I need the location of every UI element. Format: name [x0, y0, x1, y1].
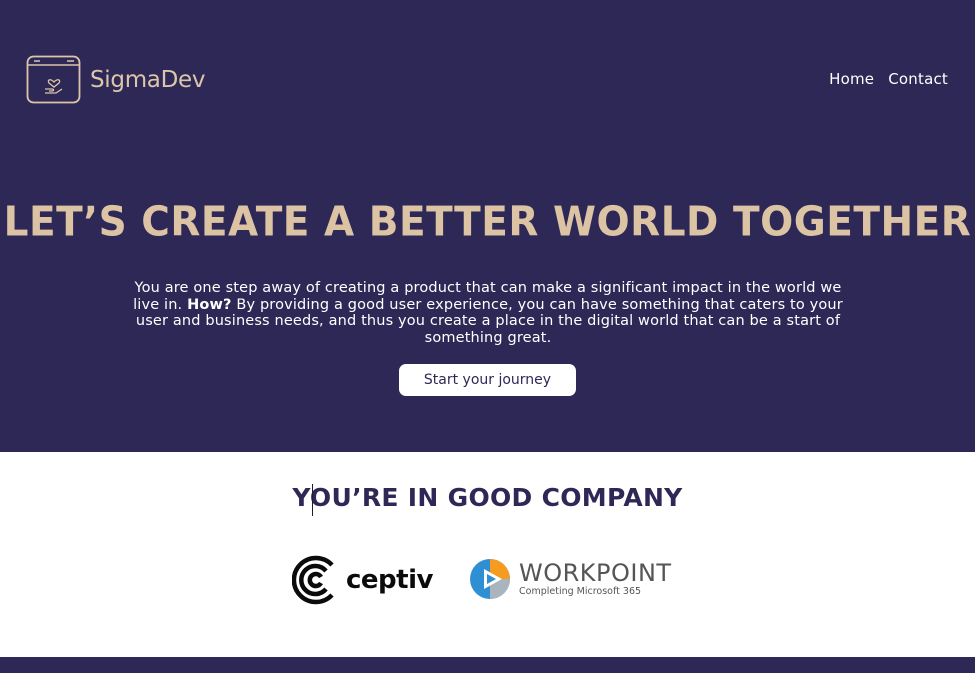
- brand-logo[interactable]: SigmaDev: [26, 55, 205, 105]
- ceptiv-c-logo-icon: [292, 555, 334, 605]
- nav-home-link[interactable]: Home: [829, 70, 874, 88]
- nav-contact-link[interactable]: Contact: [888, 70, 948, 88]
- hero-description-part-2: By providing a good user experience, you…: [135, 296, 843, 346]
- workpoint-tagline: Completing Microsoft 365: [519, 586, 642, 597]
- top-nav: Home Contact: [829, 70, 948, 88]
- hero-description: You are one step away of creating a prod…: [122, 280, 854, 346]
- ceptiv-logo-text: ceptiv: [346, 565, 433, 595]
- hero-headline: Let’s create a better world together: [3, 198, 972, 247]
- workpoint-logo-text: WORKPOINT: [519, 559, 672, 587]
- workpoint-play-logo-icon: [470, 559, 510, 599]
- footer-strip: [0, 657, 975, 673]
- hero-section: SigmaDev Home Contact Let’s create a bet…: [0, 0, 975, 452]
- browser-window-heart-hand-icon: [26, 55, 81, 104]
- clients-title: You’re in good company: [292, 483, 683, 512]
- ceptiv-logo: ceptiv: [292, 553, 433, 607]
- workpoint-logo: WORKPOINT Completing Microsoft 365: [469, 558, 672, 600]
- text-cursor: [312, 484, 313, 516]
- hero-description-bold: How?: [187, 296, 232, 313]
- brand-name: SigmaDev: [90, 67, 206, 93]
- start-journey-button[interactable]: Start your journey: [399, 364, 576, 396]
